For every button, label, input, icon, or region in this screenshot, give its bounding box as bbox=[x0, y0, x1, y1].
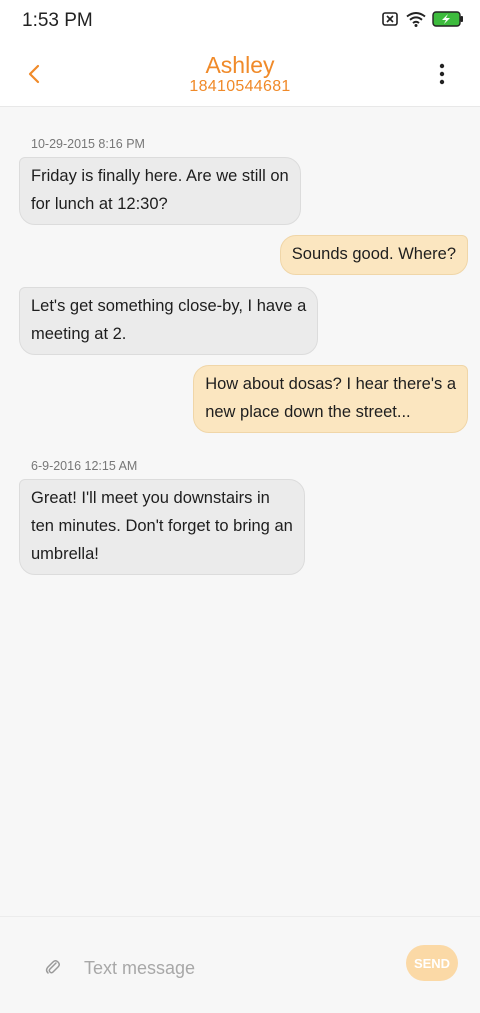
timestamp: 6-9-2016 12:15 AM bbox=[31, 459, 138, 473]
battery-charging-icon bbox=[432, 11, 463, 27]
status-time: 1:53 PM bbox=[22, 10, 93, 31]
message-line: Friday is finally here. Are we still on bbox=[31, 167, 289, 185]
message-line: umbrella! bbox=[31, 545, 99, 563]
conversation-header: Ashley 18410544681 bbox=[0, 44, 480, 107]
send-button[interactable]: SEND bbox=[406, 945, 458, 981]
wifi-icon bbox=[406, 12, 426, 27]
message-line: meeting at 2. bbox=[31, 325, 127, 343]
paperclip-icon bbox=[45, 960, 60, 974]
message-line: Let's get something close-by, I have a bbox=[31, 297, 307, 315]
outgoing-message[interactable]: How about dosas? I hear there's a new pl… bbox=[193, 365, 468, 433]
more-vertical-icon bbox=[439, 63, 445, 85]
messaging-screen: 1:53 PM Ashley 18410544681 10-29-2015 8:… bbox=[0, 0, 480, 1013]
message-line: ten minutes. Don't forget to bring an bbox=[31, 517, 293, 535]
message-line: new place down the street... bbox=[205, 403, 411, 421]
contact-name[interactable]: Ashley bbox=[0, 52, 480, 79]
timestamp: 10-29-2015 8:16 PM bbox=[31, 137, 145, 151]
attach-button[interactable] bbox=[40, 955, 66, 981]
message-line: Sounds good. Where? bbox=[291, 245, 456, 263]
incoming-message[interactable]: Friday is finally here. Are we still on … bbox=[19, 157, 301, 225]
message-line: Great! I'll meet you downstairs in bbox=[31, 489, 270, 507]
message-list[interactable]: 10-29-2015 8:16 PM Friday is finally her… bbox=[0, 108, 480, 916]
incoming-message[interactable]: Let's get something close-by, I have a m… bbox=[19, 287, 319, 355]
status-bar: 1:53 PM bbox=[0, 0, 480, 44]
sim-off-icon bbox=[382, 12, 398, 26]
message-line: for lunch at 12:30? bbox=[31, 195, 168, 213]
outgoing-message[interactable]: Sounds good. Where? bbox=[279, 235, 468, 275]
incoming-message[interactable]: Great! I'll meet you downstairs in ten m… bbox=[19, 479, 305, 575]
message-line: How about dosas? I hear there's a bbox=[205, 375, 456, 393]
more-options-button[interactable] bbox=[426, 58, 458, 90]
message-input[interactable] bbox=[84, 953, 384, 983]
contact-number: 18410544681 bbox=[189, 78, 291, 95]
message-composer: SEND bbox=[0, 916, 480, 1013]
